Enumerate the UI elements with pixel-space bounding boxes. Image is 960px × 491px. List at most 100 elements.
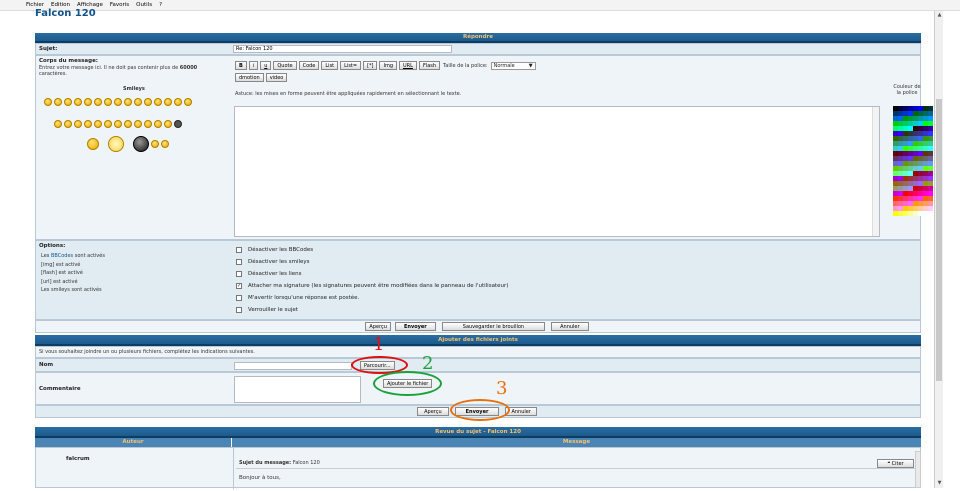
smiley-icon[interactable] [164,120,172,128]
option-checkbox-row[interactable]: Désactiver les smileys [236,256,508,268]
comment-textarea[interactable] [234,376,361,403]
option-checkbox-row[interactable]: Désactiver les liens [236,268,508,280]
smiley-icon[interactable] [94,120,102,128]
menu-outils[interactable]: Outils [136,2,152,8]
url-button[interactable]: URL [399,61,417,70]
smileys-row-3 [86,136,226,152]
smiley-icon[interactable] [74,120,82,128]
message-row: Corps du message: Entrez votre message i… [35,55,933,240]
bbcode-status: Les BBCodes sont activés [41,253,105,259]
review-header: Revue du sujet - Falcon 120 [35,427,921,438]
underline-button[interactable]: u [260,61,272,70]
checkbox-label: Désactiver les BBCodes [248,247,314,253]
smiley-icon[interactable] [144,120,152,128]
page-scrollbar[interactable]: ▲ ▼ [934,11,943,488]
checkbox[interactable]: ✓ [236,283,242,289]
smiley-icon[interactable] [174,98,182,106]
subject-row: Sujet: [35,43,921,55]
color-palette[interactable] [893,106,933,216]
scroll-thumb[interactable] [936,99,942,381]
smiley-icon[interactable] [124,98,132,106]
smiley-icon[interactable] [154,120,162,128]
bomb-smiley-icon[interactable] [133,136,149,152]
skull-smiley-icon[interactable] [174,120,182,128]
file-name-label: Nom [39,362,54,368]
attach-preview-button[interactable]: Aperçu [417,407,449,416]
smiley-icon[interactable] [144,98,152,106]
smiley-icon[interactable] [134,98,142,106]
smiley-icon[interactable] [54,120,62,128]
menu-help[interactable]: ? [159,2,162,8]
code-button[interactable]: Code [298,61,320,70]
smiley-icon[interactable] [54,98,62,106]
send-button[interactable]: Envoyer [394,322,436,331]
smiley-icon[interactable] [87,138,99,150]
file-path-input[interactable] [234,362,352,370]
smiley-icon[interactable] [94,98,102,106]
review-post: falcrum Sujet du message: Falcon 120 ❝ C… [35,447,921,489]
scroll-up-icon[interactable]: ▲ [935,11,944,20]
dmotion-button[interactable]: dmotion [235,73,264,82]
body-label-block: Corps du message: Entrez votre message i… [39,58,229,77]
smiley-icon[interactable] [124,120,132,128]
smiley-icon[interactable] [164,98,172,106]
italic-button[interactable]: i [248,61,259,70]
option-checkbox-row[interactable]: M'avertir lorsqu'une réponse est postée. [236,292,508,304]
post-scrollbar[interactable] [915,451,921,488]
smiley-icon[interactable] [154,98,162,106]
option-checkbox-row[interactable]: Verrouiller le sujet [236,304,508,316]
scroll-down-icon[interactable]: ▼ [935,479,944,488]
ordered-list-button[interactable]: List= [340,61,362,70]
checkbox[interactable] [236,271,242,277]
smiley-icon[interactable] [74,98,82,106]
flash-status: [flash] est activé [41,270,83,276]
options-row: Options: Les BBCodes sont activés [img] … [35,240,921,320]
smiley-icon[interactable] [161,140,169,148]
checkbox-label: M'avertir lorsqu'une réponse est postée. [248,295,360,301]
bold-button[interactable]: B [235,61,247,70]
annotation-number-2: 2 [422,353,434,374]
reply-buttons-row: Aperçu Envoyer Sauvegarder le brouillon … [35,320,921,333]
smiley-icon[interactable] [84,98,92,106]
option-checkbox-row[interactable]: Désactiver les BBCodes [236,244,508,256]
message-textarea[interactable] [234,106,880,237]
save-draft-button[interactable]: Sauvegarder le brouillon [441,322,546,331]
menu-favoris[interactable]: Favoris [110,2,129,8]
quote-post-button[interactable]: ❝ Citer [877,459,914,468]
smiley-icon[interactable] [114,120,122,128]
smiley-icon[interactable] [84,120,92,128]
video-button[interactable]: video [265,73,288,82]
flash-button[interactable]: Flash [418,61,441,70]
textarea-scrollbar[interactable] [872,107,879,236]
smiley-icon[interactable] [104,120,112,128]
smiley-icon[interactable] [64,98,72,106]
checkbox[interactable] [236,259,242,265]
color-swatch[interactable] [918,211,923,216]
cancel-button[interactable]: Annuler [551,322,589,331]
options-checkboxes: Désactiver les BBCodes Désactiver les smi… [236,244,508,316]
color-swatch[interactable] [928,206,933,211]
option-checkbox-row[interactable]: ✓ Attacher ma signature (les signatures p… [236,280,508,292]
smiley-icon[interactable] [44,98,52,106]
img-status: [img] est activé [41,261,81,268]
smiley-icon[interactable] [104,98,112,106]
quote-button[interactable]: Quote [273,61,297,70]
smiley-icon[interactable] [184,98,192,106]
attach-hint: Si vous souhaitez joindre un ou plusieur… [39,349,255,355]
smiley-icon[interactable] [134,120,142,128]
bbcodes-link[interactable]: BBCodes [51,253,73,259]
list-button[interactable]: List [321,61,339,70]
checkbox[interactable] [236,307,242,313]
preview-button[interactable]: Aperçu [365,322,391,331]
checkbox[interactable] [236,247,242,253]
checkbox[interactable] [236,295,242,301]
smiley-icon[interactable] [151,140,159,148]
font-size-select[interactable]: Normale ▼ [490,61,536,70]
smiley-icon[interactable] [64,120,72,128]
attach-cancel-button[interactable]: Annuler [505,407,537,416]
smiley-icon[interactable] [108,136,124,152]
subject-input[interactable] [233,45,452,53]
list-item-button[interactable]: [*] [363,61,378,70]
smiley-icon[interactable] [114,98,122,106]
img-button[interactable]: Img [379,61,398,70]
